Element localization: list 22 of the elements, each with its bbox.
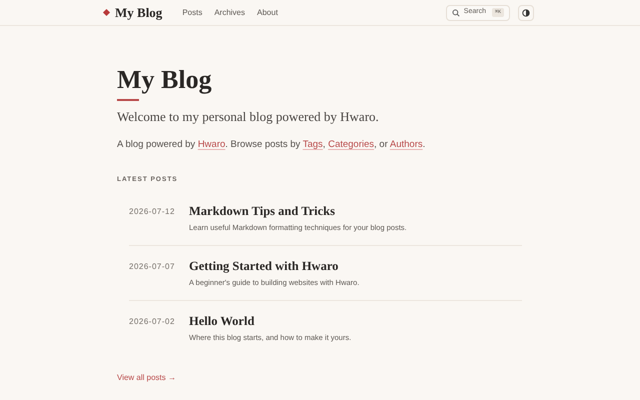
nav-link[interactable]: Posts <box>182 6 202 18</box>
post-date: 2026-07-07 <box>129 260 176 273</box>
brand-link[interactable]: My Blog <box>115 2 162 22</box>
post-date: 2026-07-12 <box>129 206 176 218</box>
post-title-link[interactable]: Getting Started with Hwaro <box>189 258 360 274</box>
text-link[interactable]: Categories <box>328 138 374 150</box>
search-icon <box>452 8 460 16</box>
nav-link[interactable]: Archives <box>214 6 246 18</box>
post-title-link[interactable]: Markdown Tips and Tricks <box>189 202 407 218</box>
intro-text: A blog powered by Hwaro. Browse posts by Tags, Categories, or Authors. <box>117 138 426 152</box>
text-link[interactable]: Tags <box>302 138 323 150</box>
page-title: My Blog <box>117 64 213 96</box>
text-link[interactable]: Hwaro <box>198 138 226 150</box>
contrast-icon <box>522 8 530 16</box>
text-link[interactable]: Authors <box>390 138 423 150</box>
subtitle: Welcome to my personal blog powered by Hwaro. <box>117 108 380 126</box>
theme-toggle-button[interactable] <box>518 4 534 20</box>
view-all-link[interactable]: View all posts → <box>117 372 522 384</box>
post-title-link[interactable]: Hello World <box>189 313 352 329</box>
post-date: 2026-07-02 <box>129 316 176 328</box>
title-underline <box>117 99 139 101</box>
nav-link[interactable]: About <box>257 6 278 18</box>
